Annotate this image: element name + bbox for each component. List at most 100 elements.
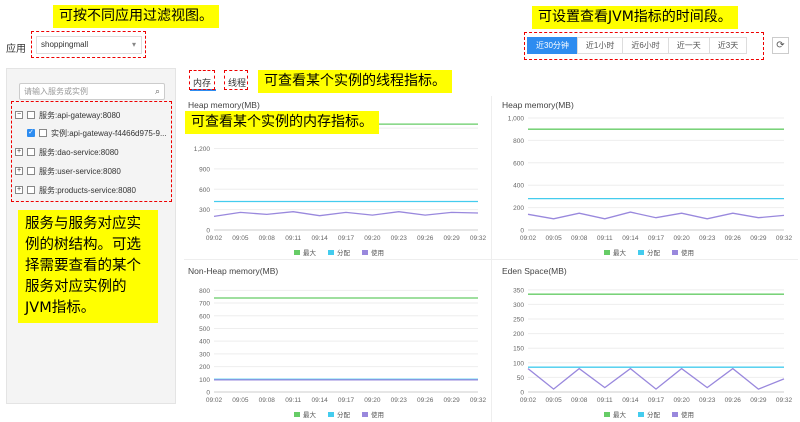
- legend-swatch: [672, 412, 678, 417]
- x-tick-label: 09:32: [776, 397, 793, 404]
- x-tick-label: 09:17: [338, 397, 355, 404]
- y-tick-label: 0: [206, 390, 210, 397]
- legend-label: 使用: [681, 248, 694, 257]
- callout-tree-structure: 服务与服务对应实例的树结构。可选择需要查看的某个服务对应实例的JVM指标。: [18, 210, 158, 323]
- x-tick-label: 09:11: [597, 397, 613, 404]
- x-tick-label: 09:20: [673, 397, 690, 404]
- y-tick-label: 50: [517, 375, 525, 382]
- x-tick-label: 09:23: [699, 397, 716, 404]
- search-icon[interactable]: ⌕: [155, 84, 160, 99]
- legend-swatch: [672, 250, 678, 255]
- time-range-highlight: [524, 32, 764, 60]
- legend-label: 最大: [613, 410, 627, 419]
- y-tick-label: 150: [513, 346, 524, 353]
- y-tick-label: 500: [199, 326, 210, 333]
- x-tick-label: 09:02: [206, 397, 223, 404]
- legend-label: 分配: [337, 410, 351, 419]
- x-tick-label: 09:23: [391, 235, 408, 242]
- legend-label: 分配: [647, 248, 661, 257]
- legend-swatch: [328, 250, 334, 255]
- x-tick-label: 09:20: [364, 397, 381, 404]
- x-tick-label: 09:14: [311, 235, 328, 242]
- search-input[interactable]: 请输入服务或实例 ⌕: [19, 83, 165, 100]
- y-tick-label: 600: [199, 313, 210, 320]
- x-tick-label: 09:02: [520, 397, 537, 404]
- x-tick-label: 09:14: [622, 397, 639, 404]
- legend-label: 使用: [371, 410, 384, 419]
- x-tick-label: 09:29: [750, 235, 767, 242]
- app-label: 应用: [6, 44, 26, 55]
- x-tick-label: 09:02: [520, 235, 537, 242]
- x-tick-label: 09:17: [648, 235, 665, 242]
- legend-label: 分配: [337, 248, 351, 257]
- x-tick-label: 09:32: [470, 397, 487, 404]
- series-line-2: [213, 211, 479, 218]
- y-tick-label: 350: [513, 287, 524, 294]
- x-tick-label: 09:11: [597, 235, 613, 242]
- legend-swatch: [294, 412, 300, 417]
- x-tick-label: 09:20: [673, 235, 690, 242]
- x-tick-label: 09:05: [232, 397, 249, 404]
- tree-highlight: [11, 101, 172, 202]
- chart-non-heap-memory: Non-Heap memory(MB) 0 100 200 300 400 500 600 70…: [188, 266, 487, 419]
- x-tick-label: 09:08: [571, 397, 588, 404]
- y-tick-label: 800: [513, 138, 524, 145]
- search-placeholder: 请输入服务或实例: [24, 87, 88, 96]
- chart-eden-space: Eden Space(MB) 0 50 100 150 200 250 300 350 09:02…: [502, 266, 793, 419]
- legend-swatch: [638, 412, 644, 417]
- x-tick-label: 09:05: [545, 397, 562, 404]
- x-tick-label: 09:29: [443, 397, 460, 404]
- y-tick-label: 0: [520, 390, 524, 397]
- callout-filter-view: 可按不同应用过滤视图。: [53, 5, 219, 28]
- legend-swatch: [362, 412, 368, 417]
- y-tick-label: 200: [513, 205, 524, 212]
- x-tick-label: 09:32: [776, 235, 793, 242]
- legend-swatch: [638, 250, 644, 255]
- legend-swatch: [604, 250, 610, 255]
- callout-memory-metrics: 可查看某个实例的内存指标。: [185, 111, 379, 134]
- y-tick-label: 0: [206, 228, 210, 235]
- x-tick-label: 09:08: [259, 235, 276, 242]
- y-tick-label: 800: [199, 288, 210, 295]
- refresh-button[interactable]: ⟳: [772, 37, 789, 54]
- app-select-highlight: [31, 31, 146, 58]
- x-tick-label: 09:11: [285, 397, 301, 404]
- legend-label: 分配: [647, 410, 661, 419]
- x-tick-label: 09:26: [417, 235, 434, 242]
- x-tick-label: 09:29: [443, 235, 460, 242]
- x-tick-label: 09:14: [622, 235, 639, 242]
- y-tick-label: 200: [513, 331, 524, 338]
- y-tick-label: 100: [199, 377, 210, 384]
- y-tick-label: 600: [513, 160, 524, 167]
- y-tick-label: 200: [199, 364, 210, 371]
- legend-swatch: [294, 250, 300, 255]
- legend-label: 使用: [681, 410, 694, 419]
- legend-swatch: [362, 250, 368, 255]
- y-tick-label: 400: [513, 183, 524, 190]
- callout-thread-metrics: 可查看某个实例的线程指标。: [258, 70, 452, 93]
- x-tick-label: 09:20: [364, 235, 381, 242]
- legend-label: 最大: [303, 410, 317, 419]
- y-tick-label: 600: [199, 187, 210, 194]
- x-tick-label: 09:05: [545, 235, 562, 242]
- y-tick-label: 0: [520, 228, 524, 235]
- y-tick-label: 400: [199, 339, 210, 346]
- x-tick-label: 09:11: [285, 235, 301, 242]
- x-tick-label: 09:02: [206, 235, 223, 242]
- x-tick-label: 09:26: [417, 397, 434, 404]
- y-tick-label: 300: [513, 302, 524, 309]
- y-tick-label: 1,200: [194, 146, 211, 153]
- y-tick-label: 900: [199, 166, 210, 173]
- x-tick-label: 09:17: [648, 397, 665, 404]
- x-tick-label: 09:23: [391, 397, 408, 404]
- series-line-2: [527, 367, 785, 390]
- x-tick-label: 09:05: [232, 235, 249, 242]
- y-tick-label: 700: [199, 301, 210, 308]
- legend-label: 最大: [303, 248, 317, 257]
- x-tick-label: 09:08: [571, 235, 588, 242]
- series-line-2: [527, 211, 785, 220]
- y-tick-label: 250: [513, 317, 524, 324]
- tab-memory-highlight: [189, 70, 215, 90]
- x-tick-label: 09:29: [750, 397, 767, 404]
- tab-thread-highlight: [224, 70, 248, 90]
